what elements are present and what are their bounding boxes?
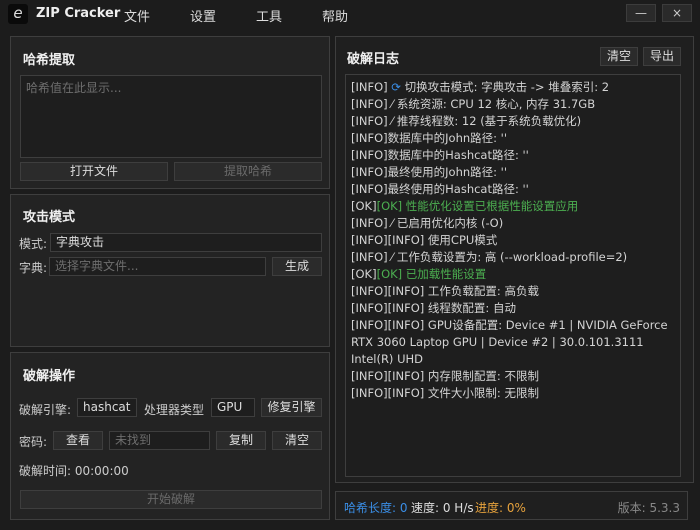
- log-prefix: [INFO]: [351, 148, 388, 162]
- log-text: 数据库中的John路径: '': [387, 131, 507, 145]
- mode-select[interactable]: 字典攻击: [50, 233, 322, 252]
- processor-label: 处理器类型: [144, 403, 205, 417]
- log-line: [INFO] ⁄ 已启用优化内核 (-O): [351, 215, 680, 232]
- attack-panel: 攻击模式 模式: 字典攻击 字典: 选择字典文件... 生成: [10, 194, 330, 347]
- log-prefix: [INFO]: [351, 182, 388, 196]
- hash-output[interactable]: 哈希值在此显示...: [20, 75, 322, 158]
- log-prefix: [INFO]: [351, 250, 388, 264]
- log-text: 最终使用的Hashcat路径: '': [387, 182, 529, 196]
- log-line: [INFO][INFO] 工作负载配置: 高负载: [351, 283, 680, 300]
- log-text: 最终使用的John路径: '': [387, 165, 507, 179]
- log-line: [INFO][INFO] GPU设备配置: Device #1 | NVIDIA…: [351, 317, 680, 368]
- crack-time: 破解时间: 00:00:00: [19, 464, 129, 478]
- log-line: [INFO][INFO] 文件大小限制: 无限制: [351, 385, 680, 402]
- password-field[interactable]: 未找到: [109, 431, 210, 450]
- engine-label: 破解引擎:: [19, 403, 72, 417]
- log-line: [INFO] ⁄ 系统资源: CPU 12 核心, 内存 31.7GB: [351, 96, 680, 113]
- dict-label: 字典:: [19, 261, 48, 275]
- start-crack-button[interactable]: 开始破解: [20, 490, 322, 509]
- log-title: 破解日志: [347, 52, 400, 67]
- log-prefix: [INFO]: [351, 114, 388, 128]
- log-text: [INFO] GPU设备配置: Device #1 | NVIDIA GeFor…: [351, 318, 668, 366]
- log-line: [INFO]最终使用的Hashcat路径: '': [351, 181, 680, 198]
- log-text: 数据库中的Hashcat路径: '': [387, 148, 529, 162]
- refresh-icon: ⟳: [387, 80, 405, 94]
- log-prefix: [INFO]: [351, 386, 388, 400]
- log-prefix: [OK]: [351, 199, 377, 213]
- log-prefix: [INFO]: [351, 216, 388, 230]
- password-label: 密码:: [19, 435, 48, 449]
- log-text: 推荐线程数: 12 (基于系统负载优化): [396, 114, 582, 128]
- log-prefix: [INFO]: [351, 97, 388, 111]
- hash-length: 哈希长度: 0: [344, 501, 408, 515]
- log-prefix: [OK]: [351, 267, 377, 281]
- engine-select[interactable]: hashcat: [77, 398, 137, 417]
- log-prefix: [INFO]: [351, 301, 388, 315]
- log-prefix: [INFO]: [351, 131, 388, 145]
- log-text: [OK] 已加载性能设置: [376, 267, 487, 281]
- extract-hash-button[interactable]: 提取哈希: [174, 162, 322, 181]
- log-text: 已启用优化内核 (-O): [396, 216, 504, 230]
- menu-file[interactable]: 文件: [124, 6, 150, 25]
- close-button[interactable]: ×: [662, 4, 692, 22]
- log-text: [INFO] 使用CPU模式: [387, 233, 498, 247]
- dict-input[interactable]: 选择字典文件...: [49, 257, 266, 276]
- crack-panel: 破解操作 破解引擎: hashcat 处理器类型 GPU 修复引擎 密码: 查看…: [10, 352, 330, 520]
- log-line: [OK][OK] 已加载性能设置: [351, 266, 680, 283]
- processor-select[interactable]: GPU: [211, 398, 255, 417]
- mode-label: 模式:: [19, 237, 48, 251]
- log-prefix: [INFO]: [351, 80, 388, 94]
- clear-log-button[interactable]: 清空: [600, 47, 638, 66]
- attack-title: 攻击模式: [23, 210, 76, 225]
- log-text: [INFO] 工作负载配置: 高负载: [387, 284, 539, 298]
- generate-button[interactable]: 生成: [272, 257, 322, 276]
- log-line: [INFO][INFO] 内存限制配置: 不限制: [351, 368, 680, 385]
- hash-title: 哈希提取: [23, 53, 76, 68]
- menu-help[interactable]: 帮助: [322, 6, 348, 25]
- open-file-button[interactable]: 打开文件: [20, 162, 168, 181]
- log-line: [OK][OK] 性能优化设置已根据性能设置应用: [351, 198, 680, 215]
- app-logo: e: [8, 4, 28, 24]
- log-line: [INFO]数据库中的John路径: '': [351, 130, 680, 147]
- status-bar: 哈希长度: 0 速度: 0 H/s 进度: 0% 版本: 5.3.3: [335, 491, 688, 520]
- log-text: 切换攻击模式: 字典攻击 -> 堆叠索引: 2: [404, 80, 610, 94]
- log-line: [INFO] ⟳ 切换攻击模式: 字典攻击 -> 堆叠索引: 2: [351, 79, 680, 96]
- log-text: [OK] 性能优化设置已根据性能设置应用: [376, 199, 579, 213]
- log-text: [INFO] 内存限制配置: 不限制: [387, 369, 539, 383]
- log-text: [INFO] 文件大小限制: 无限制: [387, 386, 539, 400]
- view-password-button[interactable]: 查看: [53, 431, 103, 450]
- hash-panel: 哈希提取 哈希值在此显示... 打开文件 提取哈希: [10, 36, 330, 189]
- log-line: [INFO]最终使用的John路径: '': [351, 164, 680, 181]
- progress: 进度: 0%: [475, 501, 526, 515]
- log-text: [INFO] 线程数配置: 自动: [387, 301, 516, 315]
- repair-engine-button[interactable]: 修复引擎: [261, 398, 322, 417]
- log-line: [INFO] ⁄ 推荐线程数: 12 (基于系统负载优化): [351, 113, 680, 130]
- log-prefix: [INFO]: [351, 318, 388, 332]
- log-prefix: [INFO]: [351, 369, 388, 383]
- log-output[interactable]: [INFO] ⟳ 切换攻击模式: 字典攻击 -> 堆叠索引: 2 [INFO] ⁄…: [345, 74, 681, 477]
- log-prefix: [INFO]: [351, 165, 388, 179]
- export-log-button[interactable]: 导出: [643, 47, 681, 66]
- log-line: [INFO]数据库中的Hashcat路径: '': [351, 147, 680, 164]
- crack-title: 破解操作: [23, 369, 76, 384]
- wrench-icon: ⁄: [387, 114, 397, 128]
- log-text: 系统资源: CPU 12 核心, 内存 31.7GB: [396, 97, 596, 111]
- log-line: [INFO][INFO] 线程数配置: 自动: [351, 300, 680, 317]
- menu-tools[interactable]: 工具: [256, 6, 282, 25]
- app-title: ZIP Cracker: [36, 6, 121, 21]
- menu-settings[interactable]: 设置: [190, 6, 216, 25]
- log-prefix: [INFO]: [351, 284, 388, 298]
- copy-button[interactable]: 复制: [216, 431, 266, 450]
- speed: 速度: 0 H/s: [411, 501, 474, 515]
- log-text: 工作负载设置为: 高 (--workload-profile=2): [396, 250, 628, 264]
- log-line: [INFO][INFO] 使用CPU模式: [351, 232, 680, 249]
- log-prefix: [INFO]: [351, 233, 388, 247]
- wrench-icon: ⁄: [387, 216, 397, 230]
- clear-password-button[interactable]: 清空: [272, 431, 322, 450]
- wrench-icon: ⁄: [387, 250, 397, 264]
- log-line: [INFO] ⁄ 工作负载设置为: 高 (--workload-profile=…: [351, 249, 680, 266]
- wrench-icon: ⁄: [387, 97, 397, 111]
- minimize-button[interactable]: —: [626, 4, 656, 22]
- version: 版本: 5.3.3: [617, 501, 680, 515]
